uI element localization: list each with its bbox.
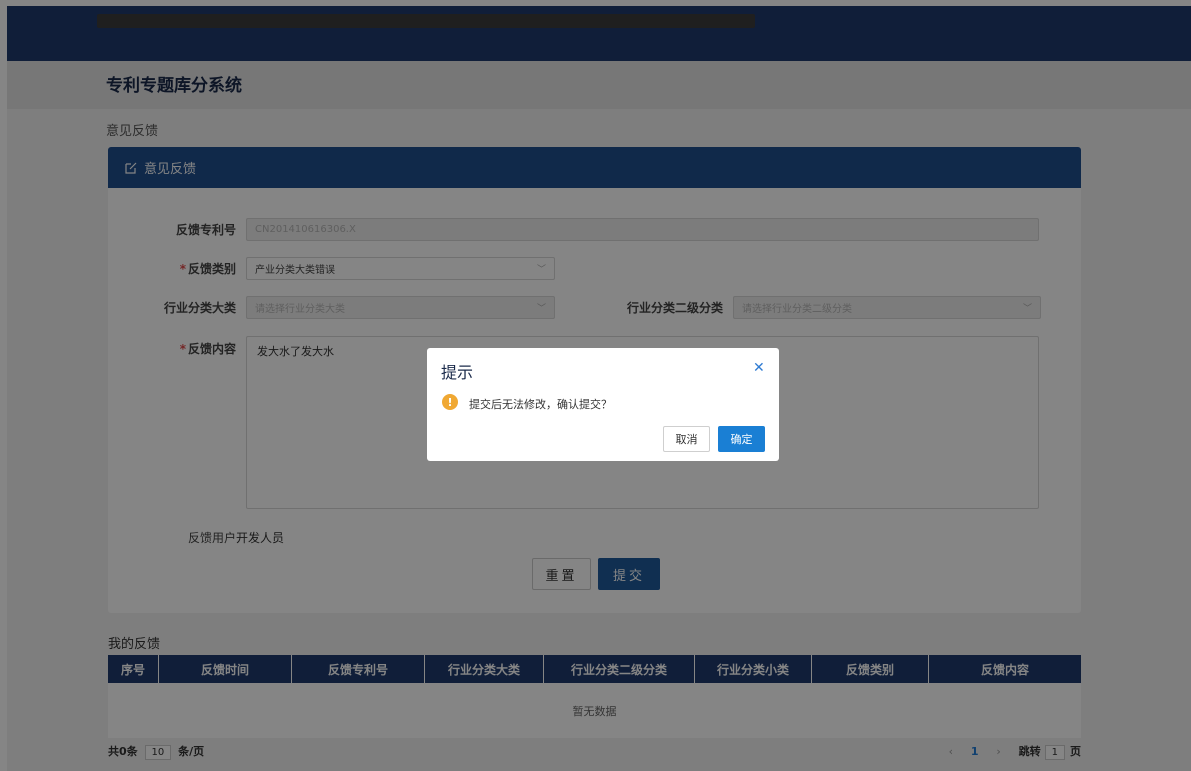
cancel-button[interactable]: 取消 [663,426,710,452]
warning-icon: ! [442,394,458,410]
close-icon[interactable]: ✕ [753,360,765,376]
dialog-title: 提示 [441,363,474,382]
dialog-message: 提交后无法修改，确认提交？ [469,398,612,411]
confirm-dialog: 提示 ✕ ! 提交后无法修改，确认提交？ 取消 确定 [427,348,779,461]
confirm-button[interactable]: 确定 [718,426,765,452]
